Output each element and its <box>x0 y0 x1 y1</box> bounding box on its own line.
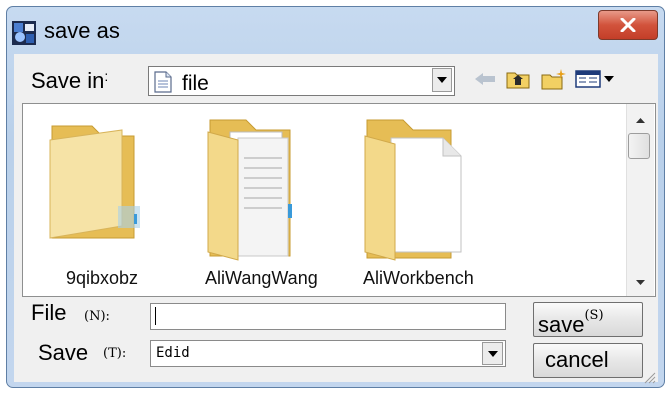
save-in-value: file <box>182 72 209 95</box>
close-icon <box>620 18 636 32</box>
file-name-label: AliWorkbench <box>363 268 474 288</box>
chevron-down-icon <box>487 350 498 357</box>
file-name-label: File <box>31 300 67 325</box>
new-folder-icon <box>541 69 566 90</box>
save-type-value: Edid <box>156 345 190 361</box>
save-type-dropdown[interactable] <box>150 340 506 367</box>
views-menu-button[interactable] <box>573 66 619 92</box>
file-name-input[interactable] <box>150 303 506 330</box>
save-type-dropdown-arrow[interactable] <box>482 342 503 365</box>
save-in-label: Save in: <box>31 68 109 93</box>
file-name-label: AliWangWang <box>205 268 318 288</box>
up-folder-icon <box>506 72 530 89</box>
save-button-label: save(S) <box>538 308 604 337</box>
app-icon <box>12 21 36 45</box>
back-button[interactable] <box>472 66 498 92</box>
window-title: save as <box>44 18 120 43</box>
file-name-label: 9qibxobz <box>66 268 139 288</box>
file-item-aliwangwang[interactable] <box>190 108 350 293</box>
scroll-down-button[interactable] <box>626 270 654 294</box>
save-type-label: Save <box>38 340 89 365</box>
file-item-aliworkbench[interactable] <box>355 108 515 293</box>
close-button[interactable] <box>598 10 658 40</box>
new-folder-button[interactable] <box>540 66 568 92</box>
file-item-9qibxobz[interactable] <box>30 108 190 293</box>
save-in-dropdown-arrow[interactable] <box>432 68 452 92</box>
resize-grip[interactable] <box>640 368 656 384</box>
cancel-button-label: cancel <box>545 347 609 372</box>
up-one-level-button[interactable] <box>505 66 531 92</box>
chevron-down-icon <box>437 77 447 83</box>
views-menu-icon <box>575 70 614 88</box>
document-icon <box>154 71 172 93</box>
chevron-down-icon <box>635 279 645 285</box>
file-name-shortcut-hint: (N): <box>84 309 110 324</box>
empty-folder-icon <box>49 125 140 239</box>
back-arrow-icon <box>475 73 495 85</box>
save-type-shortcut-hint: (T): <box>103 346 127 361</box>
chevron-up-icon <box>635 117 645 123</box>
scroll-thumb[interactable] <box>628 133 650 159</box>
scroll-up-button[interactable] <box>626 108 654 132</box>
folder-with-documents-icon <box>207 119 292 261</box>
text-caret <box>155 307 156 325</box>
folder-with-page-icon <box>364 119 462 261</box>
